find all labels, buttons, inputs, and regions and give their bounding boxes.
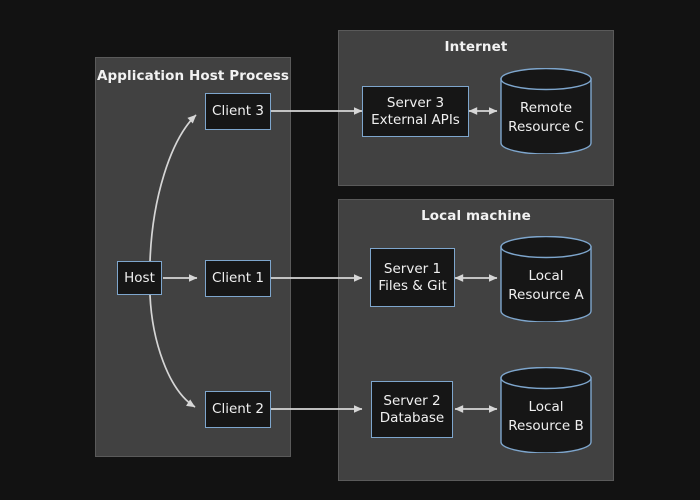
panel-title-application-host-process: Application Host Process (96, 68, 290, 84)
node-server3-line2: External APIs (371, 111, 460, 128)
node-server2-line2: Database (379, 409, 445, 426)
node-server2[interactable]: Server 2 Database (371, 381, 453, 438)
node-server1-line2: Files & Git (378, 277, 447, 294)
node-server3[interactable]: Server 3 External APIs (362, 86, 469, 137)
cylinder-shape-c (500, 67, 592, 155)
node-client3[interactable]: Client 3 (205, 93, 271, 130)
datastore-resource-b[interactable]: Local Resource B (500, 366, 592, 454)
node-host-label: Host (124, 269, 155, 286)
node-server1-line1: Server 1 (383, 260, 442, 277)
node-host[interactable]: Host (117, 261, 162, 295)
node-server2-line1: Server 2 (383, 392, 441, 409)
panel-title-local-machine: Local machine (421, 208, 531, 224)
node-client1[interactable]: Client 1 (205, 260, 271, 297)
diagram-canvas: Application Host Process Internet Local … (0, 0, 700, 500)
node-client3-label: Client 3 (212, 103, 264, 119)
node-client1-label: Client 1 (212, 270, 264, 286)
node-client2[interactable]: Client 2 (205, 391, 271, 428)
cylinder-shape-a (500, 235, 592, 323)
datastore-resource-c[interactable]: Remote Resource C (500, 67, 592, 155)
node-client2-label: Client 2 (212, 401, 264, 417)
datastore-resource-a[interactable]: Local Resource A (500, 235, 592, 323)
panel-title-internet: Internet (444, 39, 508, 55)
cylinder-shape-b (500, 366, 592, 454)
node-server3-line1: Server 3 (386, 94, 445, 111)
node-server1[interactable]: Server 1 Files & Git (370, 248, 455, 307)
